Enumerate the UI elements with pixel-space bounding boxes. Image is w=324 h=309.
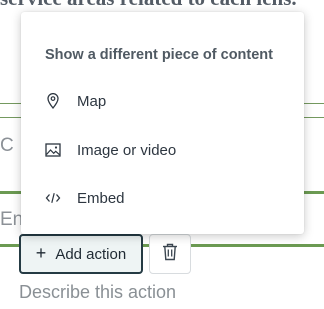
menu-item-label: Map [77,92,107,110]
menu-item-map[interactable]: Map [21,81,304,121]
delete-button[interactable] [149,234,191,274]
menu-item-label: Embed [77,189,125,207]
truncated-field-text: C [0,135,14,156]
menu-item-label: Image or video [77,141,177,159]
trash-icon [162,243,178,266]
section-heading-fragment: service areas related to each lens. [0,0,324,11]
plus-icon: + [35,243,47,263]
menu-item-embed[interactable]: Embed [21,178,304,218]
code-icon [45,190,61,206]
content-type-menu: Show a different piece of content Map Im… [21,12,304,234]
map-pin-icon [45,93,61,109]
menu-title: Show a different piece of content [45,47,273,63]
image-icon [45,142,61,158]
describe-action-input[interactable] [19,278,309,306]
menu-item-image-or-video[interactable]: Image or video [21,130,304,170]
add-action-label: Add action [55,245,127,263]
add-action-button[interactable]: + Add action [19,234,143,274]
